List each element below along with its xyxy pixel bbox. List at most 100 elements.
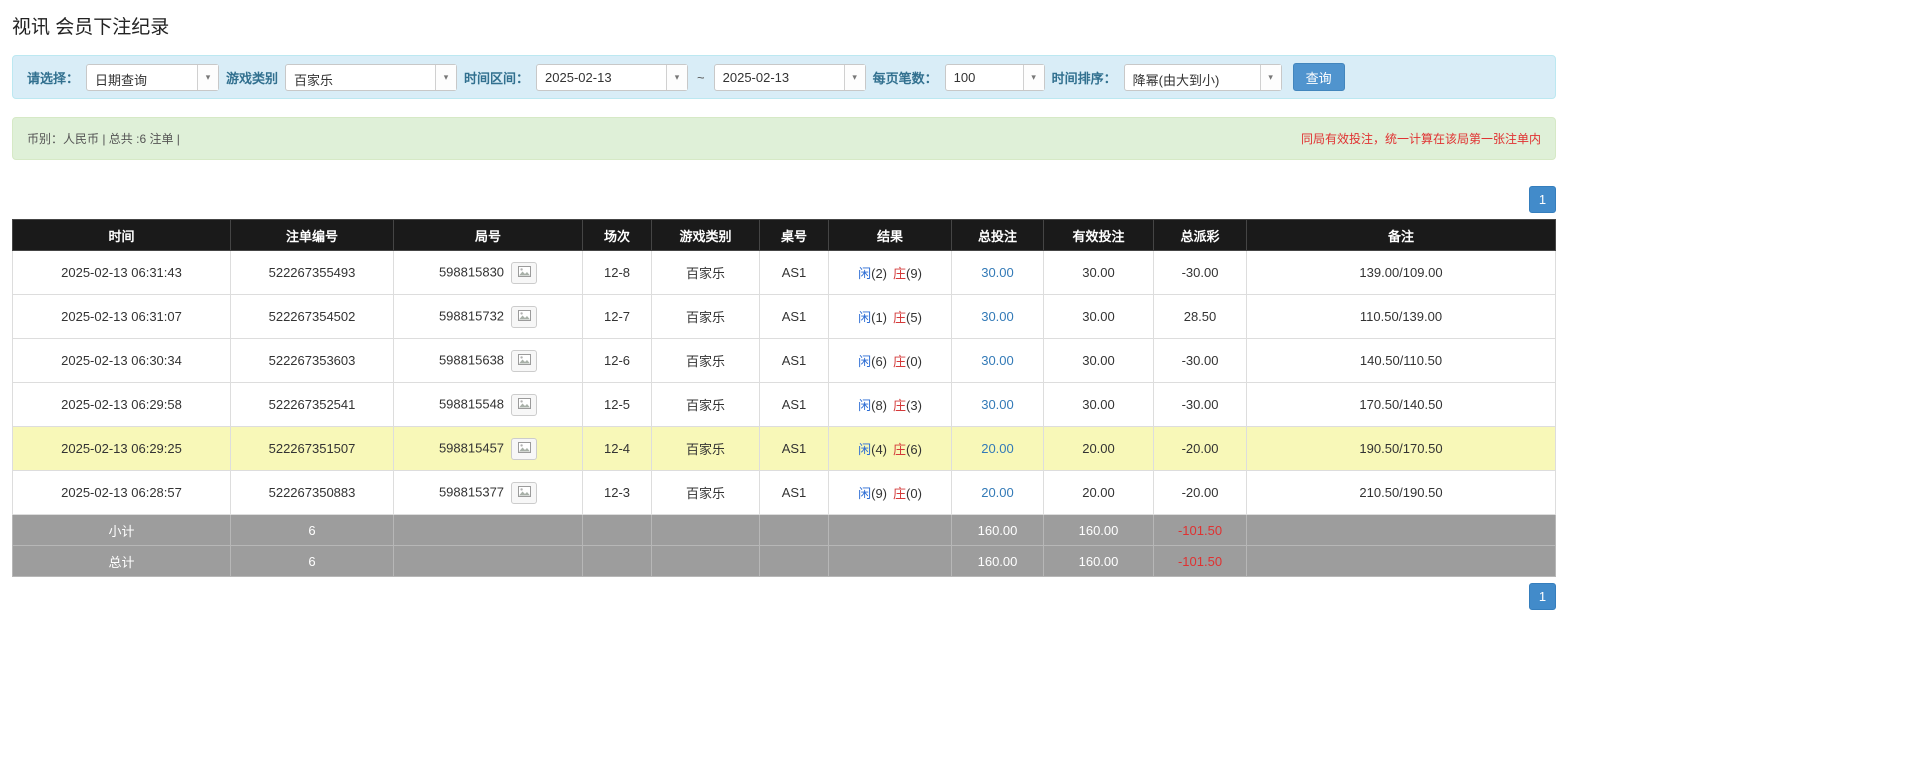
game-type-label: 游戏类别 xyxy=(226,68,278,87)
round-id: 598815457 xyxy=(439,440,504,455)
table-row: 2025-02-13 06:31:07522267354502598815732… xyxy=(13,295,1556,339)
chevron-down-icon[interactable]: ▾ xyxy=(1260,65,1281,90)
session-cell: 12-4 xyxy=(583,427,652,471)
empty-cell xyxy=(1247,515,1556,546)
bet-id-cell: 522267350883 xyxy=(231,471,394,515)
total-bet-cell: 30.00 xyxy=(952,251,1044,295)
date-from-value: 2025-02-13 xyxy=(537,65,666,90)
result-player-label: 闲 xyxy=(858,398,871,413)
result-banker-label: 庄 xyxy=(893,442,906,457)
valid-bet-cell: 20.00 xyxy=(1044,471,1154,515)
table-no-cell: AS1 xyxy=(760,251,829,295)
total-bet-link[interactable]: 20.00 xyxy=(981,485,1014,500)
round-image-button[interactable] xyxy=(511,482,537,504)
round-id: 598815830 xyxy=(439,264,504,279)
empty-cell xyxy=(829,546,952,577)
chevron-down-icon[interactable]: ▾ xyxy=(435,65,456,90)
result-player-label: 闲 xyxy=(858,310,871,325)
query-type-label: 请选择： xyxy=(27,68,79,87)
note-text: 同局有效投注，统一计算在该局第一张注单内 xyxy=(1301,130,1541,147)
date-to-dropdown[interactable]: 2025-02-13 ▾ xyxy=(714,64,866,91)
session-cell: 12-8 xyxy=(583,251,652,295)
session-cell: 12-5 xyxy=(583,383,652,427)
image-icon xyxy=(518,353,531,368)
result-banker-label: 庄 xyxy=(893,354,906,369)
page: 视讯 会员下注纪录 请选择： 日期查询 ▾ 游戏类别 百家乐 ▾ 时间区间： 2… xyxy=(0,0,1919,624)
page-size-label: 每页笔数： xyxy=(873,68,938,87)
page-button-1[interactable]: 1 xyxy=(1529,186,1556,213)
round-image-button[interactable] xyxy=(511,438,537,460)
result-player-label: 闲 xyxy=(858,354,871,369)
total-bet-link[interactable]: 30.00 xyxy=(981,265,1014,280)
chevron-down-icon[interactable]: ▾ xyxy=(197,65,218,90)
payout-cell: -30.00 xyxy=(1154,339,1247,383)
total-label: 总计 xyxy=(13,546,231,577)
total-bet-cell: 30.00 xyxy=(952,383,1044,427)
empty-cell xyxy=(829,515,952,546)
date-from-dropdown[interactable]: 2025-02-13 ▾ xyxy=(536,64,688,91)
round-image-button[interactable] xyxy=(511,394,537,416)
summary-bar: 币别：人民币 | 总共 :6 注单 | 同局有效投注，统一计算在该局第一张注单内 xyxy=(12,117,1556,160)
result-banker-value: (0) xyxy=(906,354,922,369)
total-bet-link[interactable]: 30.00 xyxy=(981,309,1014,324)
result-cell: 闲(8)庄(3) xyxy=(829,383,952,427)
game-type-cell: 百家乐 xyxy=(652,427,760,471)
game-type-dropdown[interactable]: 百家乐 ▾ xyxy=(285,64,457,91)
payout-cell: -30.00 xyxy=(1154,383,1247,427)
result-banker-label: 庄 xyxy=(893,266,906,281)
round-image-button[interactable] xyxy=(511,306,537,328)
valid-bet-cell: 30.00 xyxy=(1044,383,1154,427)
image-icon xyxy=(518,309,531,324)
empty-cell xyxy=(583,546,652,577)
total-row: 总计6160.00160.00-101.50 xyxy=(13,546,1556,577)
round-image-button[interactable] xyxy=(511,350,537,372)
table-no-cell: AS1 xyxy=(760,471,829,515)
result-player-value: (1) xyxy=(871,310,887,325)
table-row: 2025-02-13 06:30:34522267353603598815638… xyxy=(13,339,1556,383)
subtotal-total-bet: 160.00 xyxy=(952,515,1044,546)
total-bet-link[interactable]: 30.00 xyxy=(981,397,1014,412)
column-header: 局号 xyxy=(394,220,583,251)
chevron-down-icon[interactable]: ▾ xyxy=(1023,65,1044,90)
chevron-down-icon[interactable]: ▾ xyxy=(844,65,865,90)
round-id: 598815732 xyxy=(439,308,504,323)
result-player-label: 闲 xyxy=(858,442,871,457)
total-bet-link[interactable]: 20.00 xyxy=(981,441,1014,456)
empty-cell xyxy=(394,515,583,546)
bet-id-cell: 522267353603 xyxy=(231,339,394,383)
search-button[interactable]: 查询 xyxy=(1293,63,1345,91)
column-header: 游戏类别 xyxy=(652,220,760,251)
subtotal-count: 6 xyxy=(231,515,394,546)
currency-total-text: 币别：人民币 | 总共 :6 注单 | xyxy=(27,130,180,147)
chevron-down-icon[interactable]: ▾ xyxy=(666,65,687,90)
round-id: 598815377 xyxy=(439,484,504,499)
page-button-1[interactable]: 1 xyxy=(1529,583,1556,610)
bet-id-cell: 522267351507 xyxy=(231,427,394,471)
total-valid-bet: 160.00 xyxy=(1044,546,1154,577)
round-cell: 598815377 xyxy=(394,471,583,515)
sort-order-dropdown[interactable]: 降幂(由大到小) ▾ xyxy=(1124,64,1282,91)
page-size-dropdown[interactable]: 100 ▾ xyxy=(945,64,1045,91)
result-banker-label: 庄 xyxy=(893,398,906,413)
query-type-dropdown[interactable]: 日期查询 ▾ xyxy=(86,64,219,91)
result-cell: 闲(1)庄(5) xyxy=(829,295,952,339)
valid-bet-cell: 20.00 xyxy=(1044,427,1154,471)
round-image-button[interactable] xyxy=(511,262,537,284)
result-player-value: (4) xyxy=(871,442,887,457)
result-cell: 闲(6)庄(0) xyxy=(829,339,952,383)
query-type-value: 日期查询 xyxy=(87,65,197,90)
empty-cell xyxy=(583,515,652,546)
date-range-tilde: ~ xyxy=(697,70,705,85)
subtotal-row: 小计6160.00160.00-101.50 xyxy=(13,515,1556,546)
sort-order-value: 降幂(由大到小) xyxy=(1125,65,1260,90)
result-player-label: 闲 xyxy=(858,266,871,281)
bet-id-cell: 522267352541 xyxy=(231,383,394,427)
column-header: 结果 xyxy=(829,220,952,251)
subtotal-valid-bet: 160.00 xyxy=(1044,515,1154,546)
column-header: 注单编号 xyxy=(231,220,394,251)
game-type-value: 百家乐 xyxy=(286,65,435,90)
result-banker-label: 庄 xyxy=(893,486,906,501)
result-cell: 闲(2)庄(9) xyxy=(829,251,952,295)
total-bet-link[interactable]: 30.00 xyxy=(981,353,1014,368)
result-banker-value: (9) xyxy=(906,266,922,281)
